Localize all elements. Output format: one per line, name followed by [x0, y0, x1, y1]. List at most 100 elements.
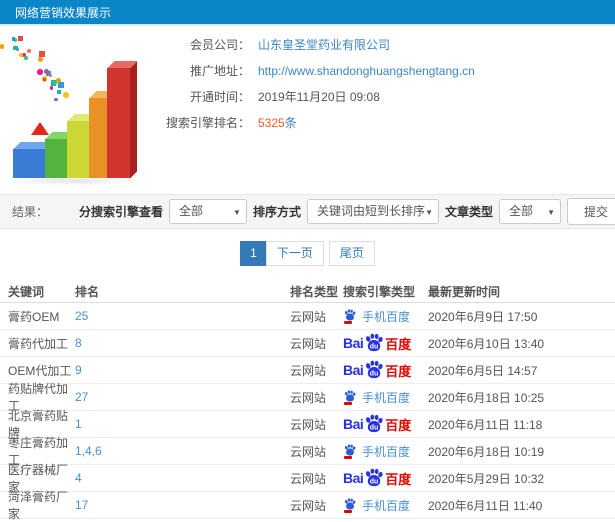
page-title: 网络营销效果展示: [15, 6, 112, 20]
table-body: 膏药OEM 25 云网站 手机百度 2020年6月9日 17:50 膏药代加工 …: [0, 303, 615, 521]
article-type-select[interactable]: 全部 ▼: [499, 199, 561, 224]
sort-label: 排序方式: [252, 205, 301, 219]
info-row-open-time: 开通时间： 2019年11月20日 09:08: [158, 84, 475, 110]
engine-rank-label: 搜索引擎排名：: [165, 116, 250, 130]
svg-text:du: du: [370, 343, 379, 350]
table-row: 菏泽膏药厂家 17 云网站 手机百度 2020年6月11日 11:40: [0, 490, 615, 521]
chevron-down-icon: ▼: [547, 208, 555, 217]
article-type-label: 文章类型: [444, 205, 493, 219]
engine-filter-value: 全部: [178, 204, 203, 218]
growth-arrow-icon: [31, 108, 50, 138]
info-row-company: 会员公司： 山东皇圣堂药业有限公司: [158, 32, 475, 58]
rank-link[interactable]: 27: [75, 390, 88, 404]
info-row-url: 推广地址： http://www.shandonghuangshengtang.…: [158, 58, 475, 84]
confetti-dot: [24, 56, 28, 60]
rank-link[interactable]: 17: [75, 498, 88, 512]
rank-link[interactable]: 9: [75, 363, 82, 377]
rank-count: 5325: [258, 116, 285, 130]
update-time-text: 2020年6月5日 14:57: [428, 363, 538, 378]
rank-unit: 条: [284, 116, 297, 130]
confetti-dot: [62, 92, 69, 99]
rank-type-text: 云网站: [290, 444, 327, 459]
svg-text:du: du: [370, 370, 379, 377]
svg-text:du: du: [370, 424, 379, 431]
baidu-paw-icon: [344, 443, 356, 455]
baidu-mobile-logo-icon: 手机百度: [343, 308, 410, 325]
keyword-text: OEM代加工: [8, 363, 72, 378]
baidu-red-mark: [344, 456, 352, 459]
open-time-label: 开通时间：: [189, 90, 250, 104]
keyword-text: 菏泽膏药厂家: [8, 490, 69, 521]
confetti-dot: [43, 78, 47, 82]
rank-type-text: 云网站: [290, 390, 327, 405]
rank-type-text: 云网站: [290, 336, 327, 351]
sort-value: 关键词由短到长排序: [316, 204, 425, 218]
confetti-dot: [39, 50, 45, 57]
confetti-dot: [11, 36, 16, 41]
confetti-dot: [56, 89, 62, 95]
baidu-red-mark: [344, 510, 352, 513]
update-time-text: 2020年6月10日 13:40: [428, 336, 545, 351]
column-header-rank-type: 排名类型: [290, 284, 339, 299]
company-link[interactable]: 山东皇圣堂药业有限公司: [258, 32, 390, 58]
rank-type-text: 云网站: [290, 309, 327, 324]
table-row: 医疗器械厂家 4 云网站 Bai du 百度 2020年5月29日 10:32: [0, 463, 615, 494]
update-time-text: 2020年5月29日 10:32: [428, 471, 545, 486]
rank-link[interactable]: 1,4,6: [75, 444, 102, 458]
engine-filter-label: 分搜索引擎查看: [78, 205, 163, 219]
update-time-text: 2020年6月9日 17:50: [428, 309, 538, 324]
rank-link[interactable]: 1: [75, 417, 82, 431]
table-row: 膏药OEM 25 云网站 手机百度 2020年6月9日 17:50: [0, 303, 615, 330]
baidu-red-mark: [344, 402, 352, 405]
baidu-pc-logo-icon: Bai du 百度: [343, 360, 411, 381]
keyword-rank-table: 关键词 排名 排名类型 搜索引擎类型 最新更新时间 膏药OEM 25 云网站 手…: [0, 280, 615, 521]
baidu-paw-icon: du: [366, 468, 383, 486]
baidu-mobile-logo-icon: 手机百度: [343, 497, 410, 514]
chevron-down-icon: ▼: [425, 208, 433, 217]
page-button-current[interactable]: 1: [240, 241, 267, 266]
confetti-dot: [18, 35, 24, 41]
update-time-text: 2020年6月18日 10:19: [428, 444, 545, 459]
engine-rank-count-link[interactable]: 5325条: [258, 110, 297, 136]
promotion-url-link[interactable]: http://www.shandonghuangshengtang.cn: [258, 58, 475, 84]
baidu-pc-logo-icon: Bai du 百度: [343, 333, 411, 354]
update-time-text: 2020年6月11日 11:40: [428, 498, 543, 513]
confetti-dot: [37, 69, 43, 75]
table-row: OEM代加工 9 云网站 Bai du 百度 2020年6月5日 14:57: [0, 357, 615, 384]
keyword-text: 膏药代加工: [8, 336, 69, 351]
last-page-button[interactable]: 尾页: [328, 241, 375, 266]
sort-select[interactable]: 关键词由短到长排序 ▼: [306, 199, 439, 224]
baidu-paw-icon: [344, 308, 356, 320]
info-row-engine-rank: 搜索引擎排名： 5325条: [158, 110, 475, 136]
hero-section: 会员公司： 山东皇圣堂药业有限公司 推广地址： http://www.shand…: [0, 26, 615, 194]
submit-button[interactable]: 提交: [567, 198, 615, 225]
rank-link[interactable]: 25: [75, 309, 88, 323]
confetti-dot: [0, 44, 4, 49]
pagination: 1 下一页 尾页: [0, 241, 615, 266]
rank-link[interactable]: 4: [75, 471, 82, 485]
confetti-dot: [53, 80, 58, 85]
rank-type-text: 云网站: [290, 417, 327, 432]
chart-bar-red: [107, 68, 130, 178]
column-header-rank: 排名: [75, 284, 100, 299]
baidu-paw-icon: [344, 389, 356, 401]
article-type-value: 全部: [509, 204, 534, 218]
column-header-engine-type: 搜索引擎类型: [343, 284, 416, 299]
rank-link[interactable]: 8: [75, 336, 82, 350]
confetti-dot: [48, 73, 53, 78]
baidu-paw-icon: du: [366, 333, 383, 351]
update-time-text: 2020年6月18日 10:25: [428, 390, 545, 405]
next-page-button[interactable]: 下一页: [265, 241, 324, 266]
confetti-dot: [26, 48, 31, 53]
table-header-row: 关键词 排名 排名类型 搜索引擎类型 最新更新时间: [0, 280, 615, 303]
baidu-paw-icon: [344, 497, 356, 509]
baidu-pc-logo-icon: Bai du 百度: [343, 468, 411, 489]
table-row: 枣庄膏药加工 1,4,6 云网站 手机百度 2020年6月18日 10:19: [0, 436, 615, 467]
baidu-paw-icon: du: [366, 414, 383, 432]
engine-filter-select[interactable]: 全部 ▼: [168, 199, 247, 224]
confetti-dot: [54, 97, 58, 101]
confetti-dot: [49, 86, 54, 90]
keyword-text: 膏药OEM: [8, 309, 60, 324]
baidu-red-mark: [344, 321, 352, 324]
confetti-dot: [13, 45, 18, 51]
